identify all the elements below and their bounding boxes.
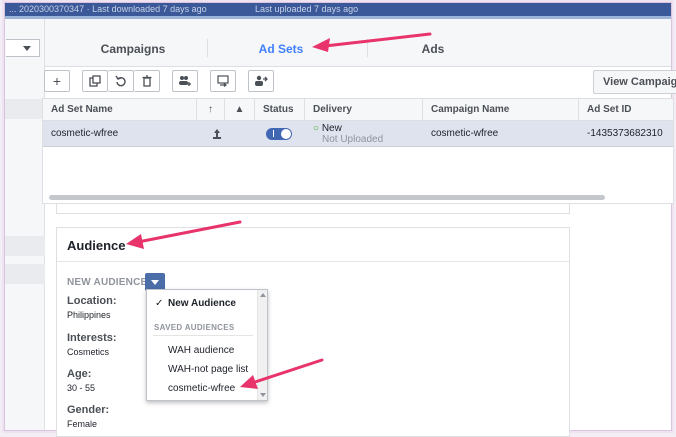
column-header-sort[interactable]: ↑ xyxy=(197,99,225,121)
toggle-mark xyxy=(273,130,274,137)
location-label: Location: xyxy=(67,295,117,307)
checkmark-icon: ✓ xyxy=(155,298,164,309)
audience-header: Audience xyxy=(57,228,569,262)
tab-campaigns[interactable]: Campaigns xyxy=(65,19,201,66)
sidebar-band xyxy=(5,264,45,284)
duplicate-icon xyxy=(89,75,101,87)
swap-icon xyxy=(217,75,229,87)
gender-label: Gender: xyxy=(67,404,110,416)
interests-value: Cosmetics xyxy=(67,347,110,357)
horizontal-scrollbar[interactable] xyxy=(49,195,605,200)
table-header: Ad Set Name ↑ ▲ Status Delivery Campaign… xyxy=(43,99,673,121)
delivery-status: New xyxy=(321,123,342,134)
chevron-down-icon xyxy=(151,280,159,285)
tab-ads[interactable]: Ads xyxy=(365,19,501,66)
menu-item-wah-not-page-list[interactable]: WAH-not page list xyxy=(147,364,257,375)
audience-title: Audience xyxy=(67,238,126,253)
tab-divider xyxy=(207,39,208,57)
location-value: Philippines xyxy=(67,310,111,320)
revert-icon xyxy=(114,75,126,87)
previous-panel xyxy=(56,204,570,214)
column-header-ad-set-name[interactable]: Ad Set Name xyxy=(43,99,197,121)
sidebar-band xyxy=(5,236,45,256)
delivery-dot-icon: ○ xyxy=(313,123,320,134)
view-campaign-button[interactable]: View Campaig xyxy=(593,70,676,94)
menu-item-new-audience[interactable]: ✓ New Audience xyxy=(147,298,257,309)
plus-icon: + xyxy=(52,73,62,89)
status-bar: ... 2020300370347 · Last downloaded 7 da… xyxy=(5,3,671,16)
scroll-down-icon xyxy=(260,393,266,397)
trash-icon xyxy=(142,75,151,87)
pin-icon[interactable] xyxy=(203,121,223,147)
upload-status: Last uploaded 7 days ago xyxy=(255,4,359,14)
menu-item-label: New Audience xyxy=(168,298,236,309)
share-person-icon xyxy=(255,75,268,86)
column-header-campaign-name[interactable]: Campaign Name xyxy=(423,99,579,121)
age-value: 30 - 55 xyxy=(67,383,96,393)
scroll-up-icon xyxy=(260,293,266,297)
column-header-warning[interactable]: ▲ xyxy=(225,99,255,121)
cell-ad-set-name: cosmetic-wfree xyxy=(51,128,119,139)
interests-label: Interests: xyxy=(67,332,117,344)
add-people-button[interactable] xyxy=(172,70,198,92)
table-row[interactable]: cosmetic-wfree ○ New Not Uploaded cosmet… xyxy=(43,121,673,147)
cell-delivery: ○ New Not Uploaded xyxy=(305,121,423,147)
audience-panel: Audience NEW AUDIENCE Location: Philippi… xyxy=(56,227,570,437)
up-arrow-icon: ↑ xyxy=(208,104,213,115)
delivery-substatus: Not Uploaded xyxy=(322,134,384,145)
tab-ad-sets[interactable]: Ad Sets xyxy=(213,19,349,66)
column-header-ad-set-id[interactable]: Ad Set ID xyxy=(579,99,673,121)
toggle-knob xyxy=(281,129,291,139)
audience-dropdown-menu: ✓ New Audience SAVED AUDIENCES WAH audie… xyxy=(146,289,268,401)
tab-bar: Campaigns Ad Sets Ads xyxy=(45,19,671,67)
menu-divider xyxy=(153,335,253,336)
add-button[interactable]: + xyxy=(44,70,70,92)
warning-icon: ▲ xyxy=(234,104,245,115)
chevron-down-icon xyxy=(23,46,31,51)
share-person-button[interactable] xyxy=(248,70,274,92)
revert-button[interactable] xyxy=(108,70,134,92)
new-audience-label: NEW AUDIENCE xyxy=(67,277,148,288)
column-header-status[interactable]: Status xyxy=(255,99,305,121)
download-status: ... 2020300370347 · Last downloaded 7 da… xyxy=(9,4,207,14)
menu-item-wah-audience[interactable]: WAH audience xyxy=(147,345,257,356)
column-header-delivery[interactable]: Delivery xyxy=(305,99,423,121)
gender-value: Female xyxy=(67,419,98,429)
menu-scrollbar[interactable] xyxy=(257,290,267,400)
swap-button[interactable] xyxy=(210,70,236,92)
saved-audiences-heading: SAVED AUDIENCES xyxy=(154,323,235,332)
cell-campaign-name: cosmetic-wfree xyxy=(431,128,499,139)
sidebar-band xyxy=(5,99,45,119)
duplicate-button[interactable] xyxy=(82,70,108,92)
left-sidebar xyxy=(5,19,45,430)
sidebar-select[interactable] xyxy=(6,39,40,57)
add-people-icon xyxy=(179,76,191,86)
delete-button[interactable] xyxy=(134,70,160,92)
status-toggle[interactable] xyxy=(266,128,292,140)
menu-item-cosmetic-wfree[interactable]: cosmetic-wfree xyxy=(147,383,257,394)
cell-ad-set-id: -1435373682310 xyxy=(587,128,663,139)
age-label: Age: xyxy=(67,368,92,380)
ad-sets-table: Ad Set Name ↑ ▲ Status Delivery Campaign… xyxy=(42,98,674,204)
